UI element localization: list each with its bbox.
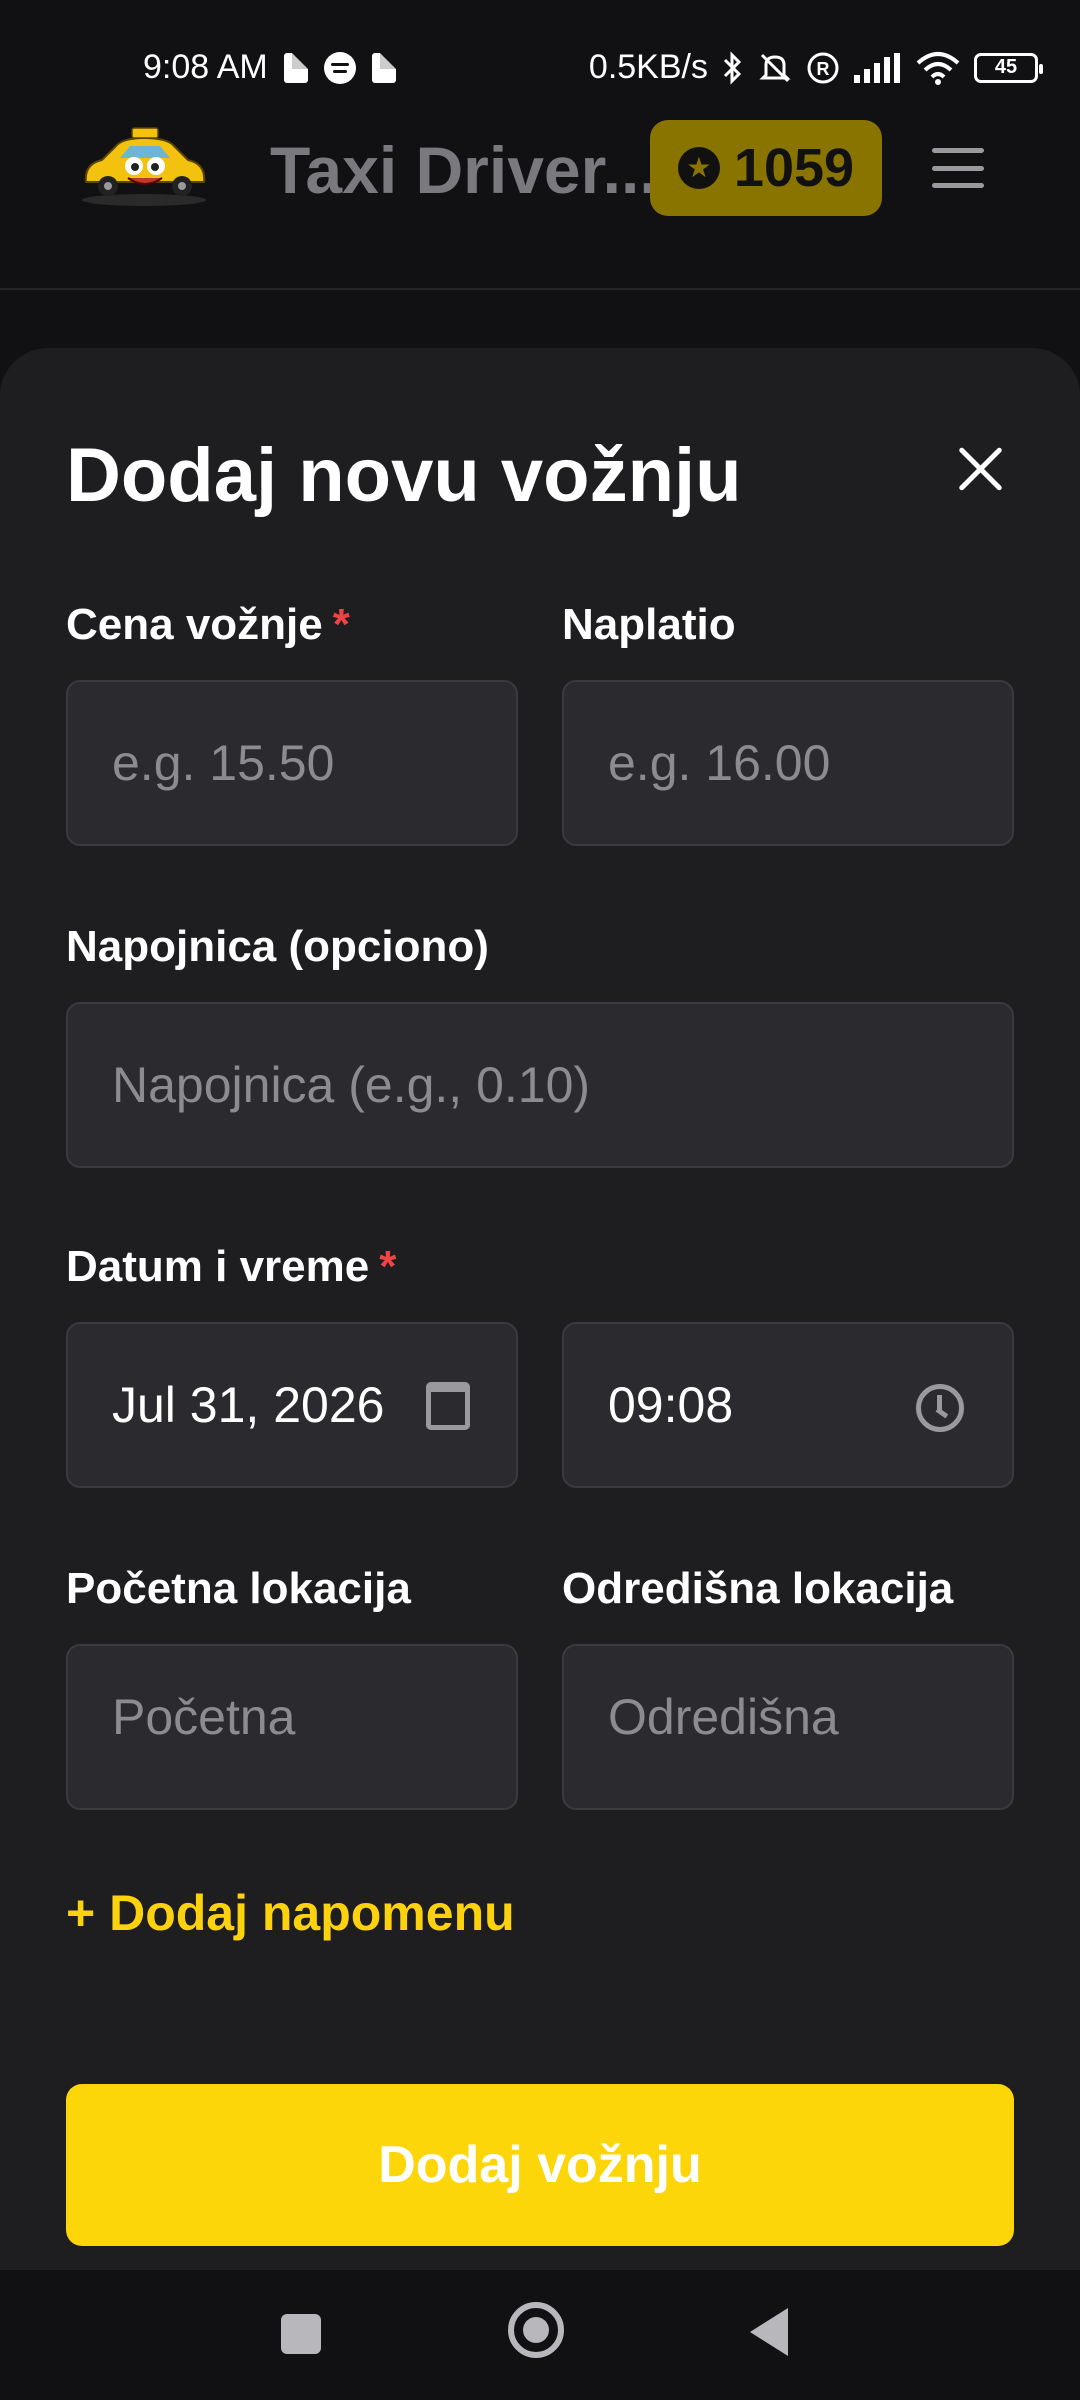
hamburger-menu-icon[interactable] [932, 148, 984, 188]
time-value: 09:08 [608, 1377, 734, 1433]
recent-apps-button[interactable] [281, 2314, 321, 2354]
sheet-title: Dodaj novu vožnju [66, 433, 742, 518]
battery-icon: 45 [974, 52, 1043, 83]
clock-icon[interactable] [916, 1384, 964, 1432]
price-field[interactable] [66, 680, 518, 846]
start-location-field[interactable]: Početna [66, 1644, 518, 1810]
destination-placeholder: Odredišna [608, 1689, 839, 1745]
signal-icon [854, 52, 900, 83]
required-marker: * [379, 1242, 397, 1291]
start-location-label: Početna lokacija [66, 1564, 411, 1613]
add-note-link[interactable]: + Dodaj napomenu [66, 1884, 515, 1942]
coin-count: 1059 [733, 138, 855, 198]
start-location-placeholder: Početna [112, 1689, 296, 1745]
submit-ride-button[interactable]: Dodaj vožnju [66, 2084, 1014, 2246]
destination-label: Odredišna lokacija [562, 1564, 954, 1613]
charged-input[interactable] [608, 734, 1012, 792]
date-field[interactable]: Jul 31, 2026 [66, 1322, 518, 1488]
wifi-icon [916, 51, 960, 85]
calendar-icon[interactable] [426, 1382, 470, 1430]
coin-badge[interactable]: ★ 1059 [650, 120, 882, 216]
tip-input[interactable] [112, 1056, 1012, 1114]
required-marker: * [332, 600, 350, 649]
close-icon[interactable] [956, 444, 1004, 492]
battery-level: 45 [994, 56, 1018, 78]
app-title: Taxi Driver... [270, 133, 658, 207]
bluetooth-icon [723, 50, 742, 85]
registered-icon: R [807, 52, 839, 83]
network-speed: 0.5KB/s [588, 48, 708, 86]
price-input[interactable] [112, 734, 516, 792]
destination-field[interactable]: Odredišna [562, 1644, 1014, 1810]
system-nav-bar [0, 2270, 1080, 2400]
mute-bell-icon [759, 53, 791, 82]
home-button[interactable] [508, 2302, 564, 2358]
date-value: Jul 31, 2026 [112, 1377, 385, 1433]
charged-field[interactable] [562, 680, 1014, 846]
price-label: Cena vožnje * [66, 600, 350, 649]
back-button[interactable] [750, 2308, 788, 2356]
time-field[interactable]: 09:08 [562, 1322, 1014, 1488]
app-header: Taxi Driver... ★ 1059 [0, 110, 1080, 290]
tip-label: Napojnica (opciono) [66, 922, 489, 971]
pdf-file-icon [283, 52, 308, 83]
status-bar: 9:08 AM 0.5KB/s R 45 [0, 0, 1080, 110]
add-ride-sheet: Dodaj novu vožnju Cena vožnje* Naplatio … [0, 348, 1080, 2270]
pdf-file-icon [371, 52, 396, 83]
star-icon: ★ [677, 147, 720, 189]
status-time: 9:08 AM [143, 48, 268, 86]
spotify-icon [323, 51, 356, 84]
datetime-label: Datum i vreme * [66, 1242, 397, 1291]
charged-label: Naplatio [562, 600, 736, 649]
svg-text:R: R [817, 59, 830, 79]
tip-field[interactable] [66, 1002, 1014, 1168]
taxi-logo [82, 127, 206, 206]
